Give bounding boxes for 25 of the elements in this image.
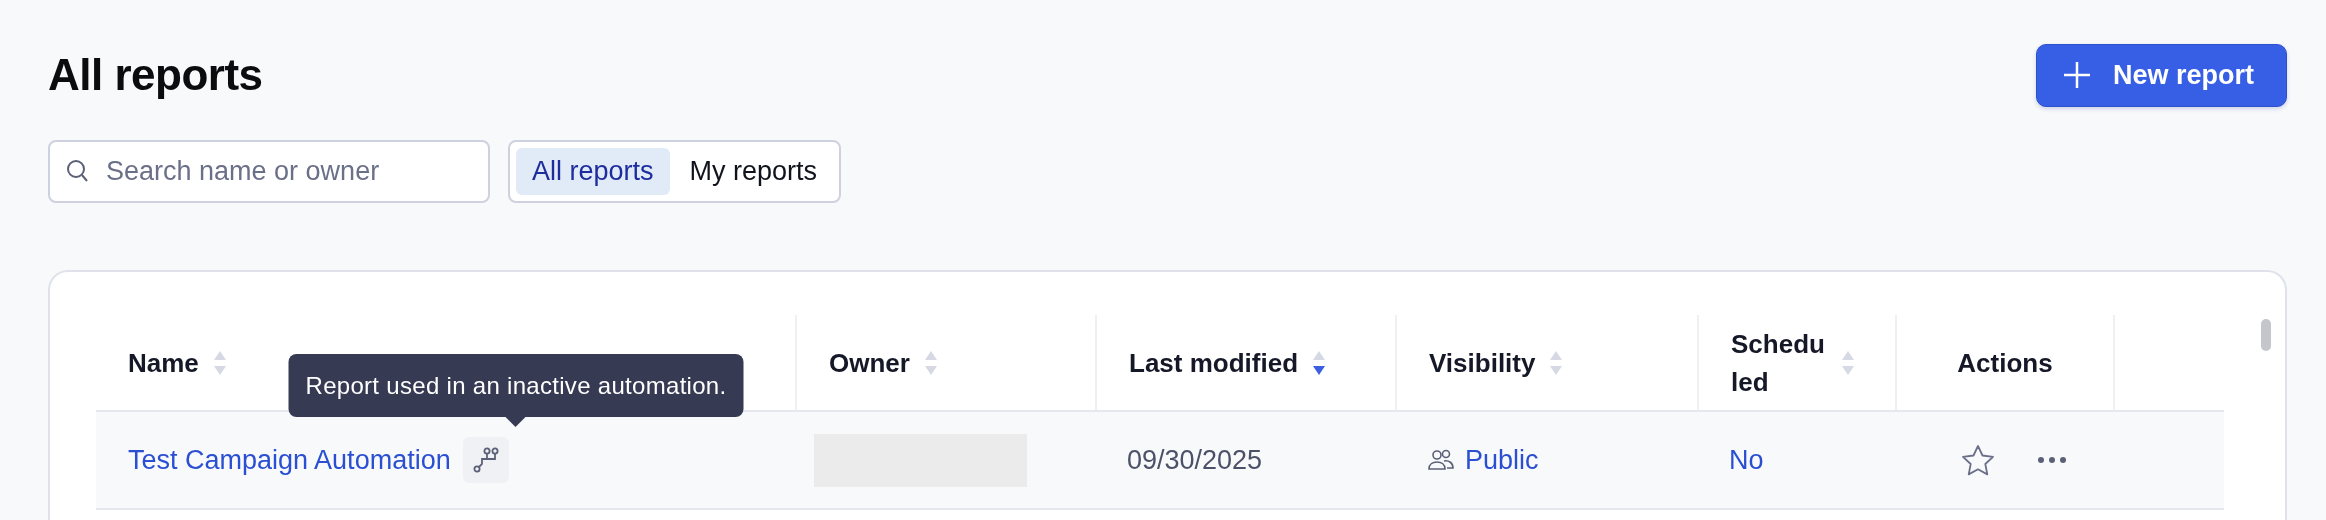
more-icon[interactable]: [2037, 456, 2067, 464]
filter-tab[interactable]: My reports: [673, 148, 834, 195]
plus-icon: [2062, 61, 2091, 89]
search-field[interactable]: Search name or owner: [48, 140, 490, 203]
table-row[interactable]: Test Campaign Automation 09/30/2025 Public No: [96, 412, 2224, 510]
search-icon: [66, 159, 88, 183]
new-report-button[interactable]: New report: [2035, 43, 2287, 107]
visibility-link[interactable]: Public: [1465, 444, 1539, 476]
page-title: All reports: [48, 50, 263, 100]
column-header[interactable]: Last modified: [1129, 343, 1298, 382]
people-icon: [1427, 449, 1455, 471]
column-header[interactable]: Scheduled: [1731, 324, 1827, 401]
workflow-icon[interactable]: [462, 437, 509, 483]
sort-icon[interactable]: [1312, 349, 1326, 376]
scrollbar-thumb[interactable]: [2261, 319, 2271, 351]
column-header[interactable]: Owner: [829, 343, 910, 382]
star-icon[interactable]: [1961, 444, 1995, 476]
column-header: Actions: [1957, 346, 2053, 380]
tooltip: Report used in an inactive automation.: [288, 354, 744, 427]
table-cell: 09/30/2025: [1127, 444, 1263, 476]
filter-tab[interactable]: All reports: [516, 148, 670, 195]
report-name-link[interactable]: Test Campaign Automation: [128, 444, 451, 476]
column-header[interactable]: Name: [128, 343, 199, 382]
column-header[interactable]: Visibility: [1429, 343, 1536, 382]
scheduled-link[interactable]: No: [1729, 444, 1764, 476]
